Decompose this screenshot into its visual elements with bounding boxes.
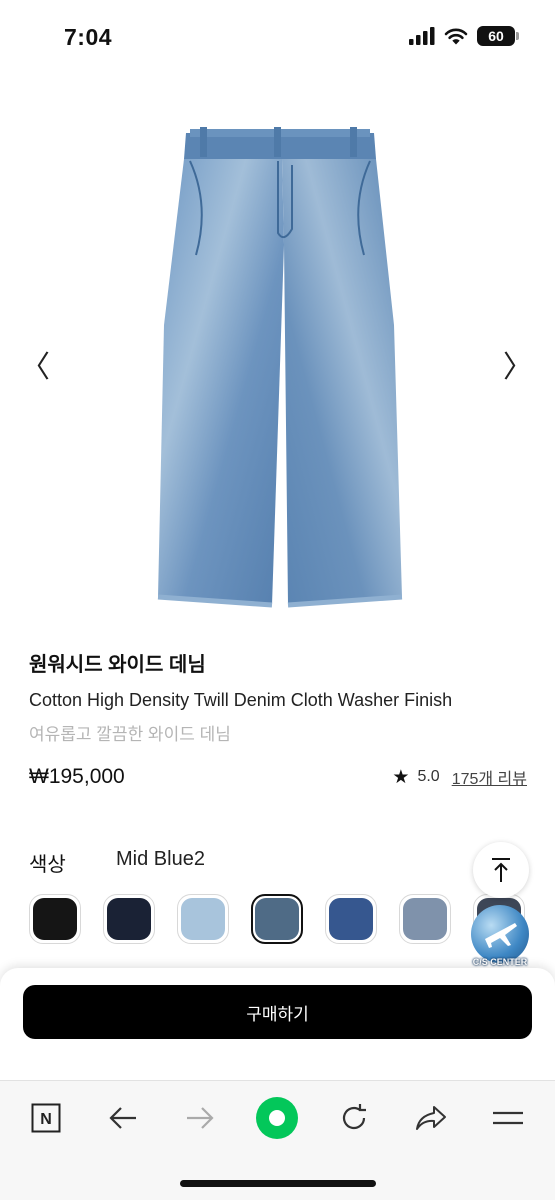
menu-button[interactable] xyxy=(484,1097,532,1139)
naver-home-letter: N xyxy=(40,1111,52,1128)
globe-airplane-icon xyxy=(471,905,529,963)
swatch-mid-blue2[interactable] xyxy=(251,894,303,944)
review-count-link[interactable]: 175개 리뷰 xyxy=(452,765,527,789)
buy-button[interactable]: 구매하기 xyxy=(23,985,532,1039)
status-time: 7:04 xyxy=(64,24,113,50)
swatch-chip xyxy=(329,898,373,940)
rating-value: 5.0 xyxy=(417,768,440,785)
menu-icon xyxy=(493,1111,523,1125)
share-icon xyxy=(416,1106,446,1130)
swatch-light-blue[interactable] xyxy=(177,894,229,944)
chevron-right-icon[interactable]: 〉 xyxy=(503,353,533,383)
star-icon: ★ xyxy=(392,766,410,788)
swatch-chip xyxy=(181,898,225,940)
selected-color-name: Mid Blue2 xyxy=(116,848,205,870)
share-button[interactable] xyxy=(407,1097,455,1139)
swatch-chip xyxy=(403,898,447,940)
swatch-chip xyxy=(255,898,299,940)
refresh-button[interactable] xyxy=(330,1097,378,1139)
color-row: 색상 Mid Blue2 xyxy=(29,848,529,876)
product-price: ₩195,000 xyxy=(29,765,125,788)
battery-level: 60 xyxy=(488,28,504,44)
battery-icon: 60 xyxy=(477,26,519,46)
home-indicator[interactable] xyxy=(180,1180,376,1187)
naver-home-icon: N xyxy=(31,1103,61,1133)
cs-center-label: C/S CENTER xyxy=(472,957,528,967)
forward-icon xyxy=(187,1107,214,1129)
green-dot-icon xyxy=(256,1097,298,1139)
signal-icon xyxy=(409,27,435,45)
chevron-left-icon[interactable]: 〈 xyxy=(20,353,50,383)
back-button[interactable] xyxy=(99,1097,147,1139)
cs-center-button[interactable]: C/S CENTER xyxy=(465,905,535,971)
price-row: ₩195,000 ★ 5.0 175개 리뷰 xyxy=(29,765,527,795)
product-description: 여유롭고 깔끔한 와이드 데님 xyxy=(29,725,231,744)
product-gallery[interactable]: 〈 〉 xyxy=(0,105,555,615)
naver-home-button[interactable]: N xyxy=(22,1097,70,1139)
swatch-navy[interactable] xyxy=(103,894,155,944)
wifi-icon xyxy=(444,28,468,45)
rating: ★ 5.0 175개 리뷰 xyxy=(392,765,527,789)
scroll-top-button[interactable] xyxy=(473,842,529,898)
forward-button[interactable] xyxy=(176,1097,224,1139)
product-name: 원워시드 와이드 데님 xyxy=(29,654,206,676)
color-swatches xyxy=(29,894,529,946)
swatch-chip xyxy=(107,898,151,940)
arrow-up-to-top-icon xyxy=(492,858,510,882)
status-bar: 7:04 60 xyxy=(0,0,555,75)
back-icon xyxy=(109,1107,136,1129)
wide-denim-jeans-photo xyxy=(157,127,403,608)
status-icons: 60 xyxy=(409,26,519,46)
refresh-icon xyxy=(342,1104,366,1130)
product-info: 원워시드 와이드 데님 Cotton High Density Twill De… xyxy=(29,648,529,745)
purchase-sheet: 구매하기 xyxy=(0,968,555,1083)
product-english-name: Cotton High Density Twill Denim Cloth Wa… xyxy=(29,690,453,710)
green-dot-button[interactable] xyxy=(253,1097,301,1139)
swatch-grey-blue[interactable] xyxy=(399,894,451,944)
swatch-black[interactable] xyxy=(29,894,81,944)
swatch-chip xyxy=(33,898,77,940)
color-label: 색상 xyxy=(29,854,66,876)
swatch-blue[interactable] xyxy=(325,894,377,944)
